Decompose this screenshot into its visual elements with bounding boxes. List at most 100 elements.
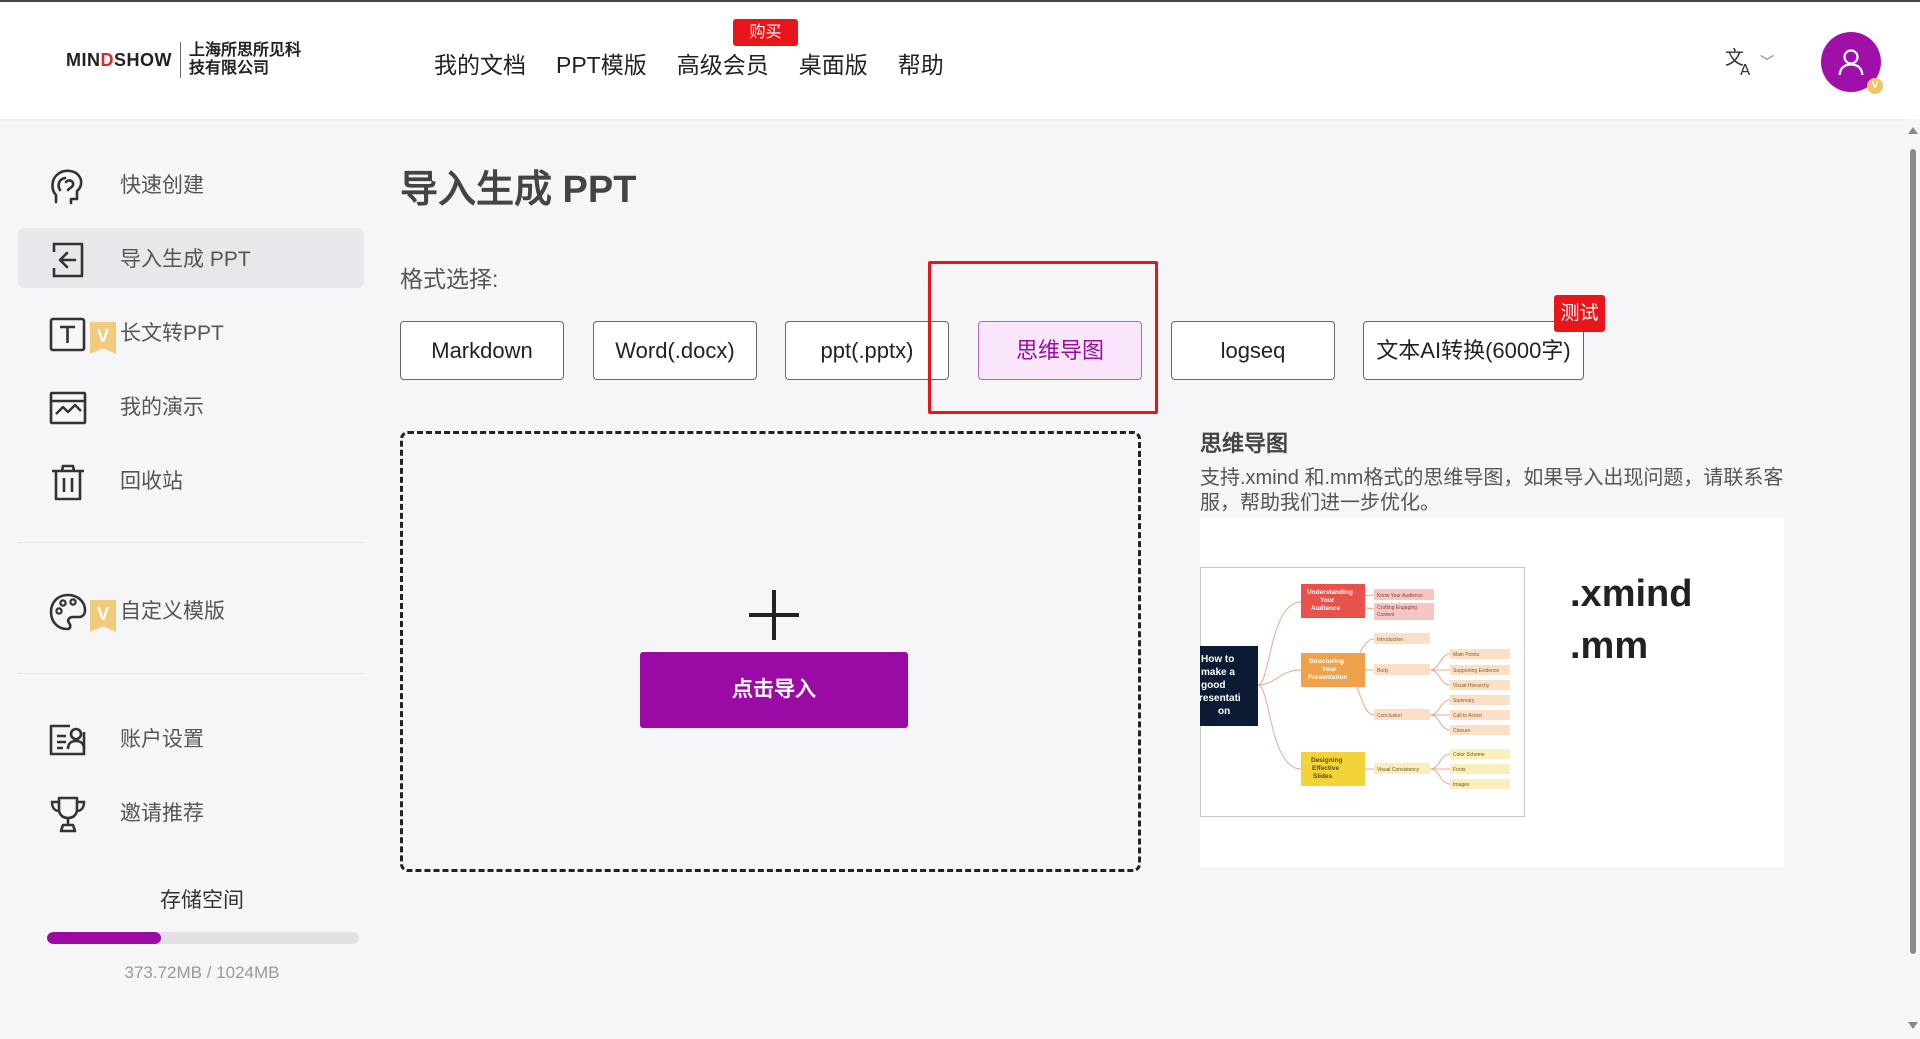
sidebar-item-label: 自定义模版 [120,600,225,623]
logo[interactable]: MINDSHOW 上海所思所见科技有限公司 [66,42,301,78]
sidebar-item-label: 邀请推荐 [120,802,204,825]
format-logseq-button[interactable]: logseq [1171,321,1335,380]
sidebar-item-import-ppt[interactable]: 导入生成 PPT [18,228,364,288]
sidebar-item-my-presentations[interactable]: 我的演示 [18,376,364,436]
format-word-button[interactable]: Word(.docx) [593,321,757,380]
mindmap-preview: How to make a good resentati on Understa… [1200,518,1784,867]
sidebar-item-account-settings[interactable]: 账户设置 [18,708,364,768]
sidebar-item-label: 我的演示 [120,396,204,419]
svg-text:Closure: Closure [1453,728,1470,734]
user-avatar[interactable]: V [1821,32,1883,94]
vertical-scrollbar[interactable] [1906,119,1920,1039]
svg-text:Structuring: Structuring [1309,658,1344,665]
sidebar-divider [18,673,364,674]
svg-text:Presentation: Presentation [1308,674,1347,681]
extension-xmind: .xmind [1570,573,1693,615]
sidebar-item-recycle-bin[interactable]: 回收站 [18,450,364,510]
test-badge: 测试 [1554,295,1605,332]
top-header: MINDSHOW 上海所思所见科技有限公司 我的文档 PPT模版 高级会员 桌面… [0,0,1920,119]
palette-icon [49,593,87,631]
sidebar-item-long-text-to-ppt[interactable]: V 长文转PPT [18,302,364,362]
sidebar-divider [18,542,364,543]
vip-badge: V [1867,78,1883,94]
vip-badge: V [90,322,116,354]
text-icon [49,317,86,352]
svg-text:Your: Your [1320,597,1335,604]
nav-ppt-templates[interactable]: PPT模版 [556,46,647,80]
vip-badge: V [90,600,116,632]
sidebar-item-custom-templates[interactable]: V 自定义模版 [18,580,364,640]
nav-premium-membership[interactable]: 高级会员 [677,46,769,80]
mindmap-preview-image: How to make a good resentati on Understa… [1200,567,1525,817]
svg-text:Understanding: Understanding [1307,589,1353,596]
svg-text:Body: Body [1377,668,1389,674]
format-select-label: 格式选择: [400,266,499,292]
storage-progress-bar [47,932,359,944]
sidebar-item-label: 长文转PPT [120,322,224,345]
storage-title: 存储空间 [160,889,244,912]
plus-icon [749,590,799,640]
scroll-down-arrow-icon[interactable] [1908,1022,1918,1029]
nav-help[interactable]: 帮助 [898,46,944,80]
sidebar-item-label: 快速创建 [120,174,204,197]
presentation-icon [49,391,87,425]
sidebar-item-label: 导入生成 PPT [120,248,251,271]
account-icon [49,724,86,756]
import-icon [52,242,84,278]
svg-text:Call to Action: Call to Action [1453,713,1482,719]
language-switcher[interactable]: 文 A ﹀ [1724,46,1774,78]
svg-text:Summary: Summary [1453,698,1475,704]
buy-badge[interactable]: 购买 [733,19,798,46]
scrollbar-thumb[interactable] [1910,149,1916,954]
svg-text:Audience: Audience [1311,605,1341,612]
svg-text:Visual Hierarchy: Visual Hierarchy [1453,683,1490,689]
svg-text:Images: Images [1453,782,1470,788]
scroll-up-arrow-icon[interactable] [1908,127,1918,134]
svg-text:make a: make a [1201,667,1235,678]
format-info-title: 思维导图 [1200,431,1289,456]
svg-text:Know Your Audience: Know Your Audience [1377,593,1423,599]
user-icon [1838,49,1864,76]
nav-desktop-version[interactable]: 桌面版 [799,46,868,80]
sidebar-item-label: 账户设置 [120,728,204,751]
logo-company-name: 上海所思所见科技有限公司 [189,42,302,77]
format-info-description: 支持.xmind 和.mm格式的思维导图，如果导入出现问题，请联系客服，帮助我们… [1200,467,1784,514]
trophy-icon [50,796,86,833]
svg-text:Designing: Designing [1311,757,1342,764]
main-nav: 我的文档 PPT模版 高级会员 桌面版 帮助 [434,46,974,80]
svg-text:Color Scheme: Color Scheme [1453,752,1485,758]
format-markdown-button[interactable]: Markdown [400,321,564,380]
supported-extensions: .xmind .mm [1570,568,1692,672]
svg-text:Main Points: Main Points [1453,652,1480,658]
svg-text:Fonts: Fonts [1453,767,1466,773]
extension-mm: .mm [1570,625,1649,667]
file-drop-zone[interactable]: 点击导入 [400,431,1141,872]
logo-brand: MINDSHOW [66,49,172,70]
logo-separator [180,42,181,78]
svg-text:Supporting Evidence: Supporting Evidence [1453,668,1499,674]
highlight-box [928,261,1158,414]
chevron-down-icon: ﹀ [1760,54,1774,70]
storage-progress-fill [47,932,161,944]
brain-icon [51,169,83,205]
svg-text:Your: Your [1322,666,1337,673]
format-pptx-button[interactable]: ppt(.pptx) [785,321,949,380]
translate-icon: 文 A [1725,47,1751,78]
svg-text:Slides: Slides [1313,773,1333,780]
svg-text:Visual Consistency: Visual Consistency [1377,767,1420,773]
import-button[interactable]: 点击导入 [640,652,908,728]
svg-text:A: A [1740,61,1751,78]
sidebar-item-label: 回收站 [120,470,183,493]
page-title: 导入生成 PPT [400,169,637,211]
svg-text:resentati: resentati [1200,693,1241,704]
storage-usage-text: 373.72MB / 1024MB [124,963,280,982]
sidebar-item-invite[interactable]: 邀请推荐 [18,782,364,842]
svg-text:Conclusion: Conclusion [1377,713,1402,719]
trash-icon [52,464,84,501]
nav-my-documents[interactable]: 我的文档 [434,46,526,80]
svg-text:How to: How to [1201,654,1234,665]
sidebar-item-quick-create[interactable]: 快速创建 [18,154,364,214]
format-ai-text-button[interactable]: 文本AI转换(6000字) [1363,321,1584,380]
svg-text:on: on [1218,706,1230,717]
svg-text:Introduction: Introduction [1377,637,1403,643]
